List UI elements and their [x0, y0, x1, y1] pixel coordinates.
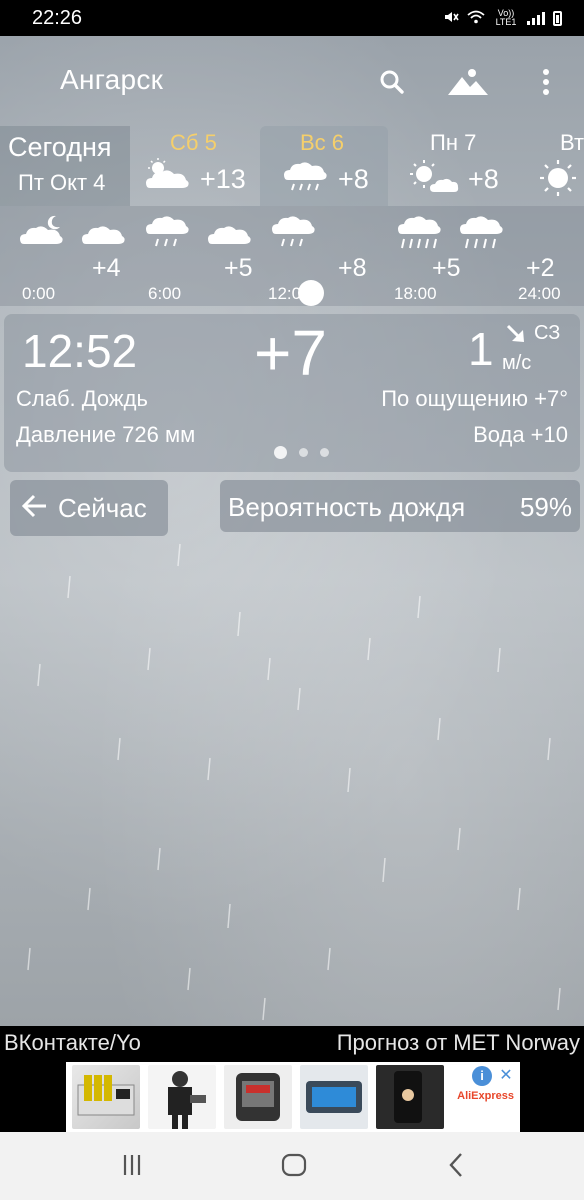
today-date: Пт Окт 4: [18, 170, 106, 195]
tab-day-sun[interactable]: Вс 6 +8: [260, 126, 388, 206]
search-icon[interactable]: [372, 62, 412, 102]
tab-day-mon[interactable]: Пн 7 +8: [390, 126, 514, 206]
system-nav-bar: [0, 1132, 584, 1200]
hour-label: 0:00: [22, 284, 56, 303]
ad-product-image[interactable]: [376, 1065, 444, 1129]
rain-cloud-icon: [144, 212, 190, 259]
hour-label: 18:00: [394, 284, 437, 303]
home-icon: [280, 1152, 308, 1183]
day-temp: +8: [468, 164, 499, 194]
ad-product-image[interactable]: [148, 1065, 216, 1129]
ad-product-image[interactable]: [224, 1065, 292, 1129]
day-name: Вс 6: [300, 130, 345, 155]
status-time: 22:26: [32, 6, 83, 29]
tab-day-sat[interactable]: Сб 5 +13: [134, 126, 258, 206]
recent-apps-icon: [120, 1153, 144, 1182]
rain-cloud-icon: [270, 212, 316, 259]
credit-vk-link[interactable]: ВКонтакте/Yo: [4, 1030, 141, 1056]
aliexpress-logo: AliExpress: [457, 1090, 514, 1102]
heavy-rain-cloud-icon: [458, 212, 504, 259]
current-conditions-card[interactable]: 12:52 +7 1 СЗ м/с Слаб. Дождь По ощущени…: [4, 314, 580, 472]
weather-app-screen: 22:26 Vo)) LTE1 Ангарск Сегодня Пт Окт 4…: [0, 0, 584, 1200]
hour-temp: +5: [432, 254, 461, 282]
battery-icon: [553, 10, 562, 26]
top-app-bar: Ангарск: [0, 36, 584, 126]
back-button[interactable]: [436, 1150, 476, 1184]
page-dot: [320, 448, 329, 457]
ad-info-icon[interactable]: i: [472, 1066, 492, 1086]
rain-probability-label: Вероятность дождя: [228, 492, 466, 522]
current-condition: Слаб. Дождь: [16, 386, 148, 411]
tab-day-tue[interactable]: Вт: [516, 126, 584, 206]
wind-speed: 1: [468, 323, 494, 375]
hourly-forecast[interactable]: +4 +5 +8 +5 +2 0:00 6:00 12:00 18:00 24:…: [0, 206, 584, 306]
credit-forecast-source[interactable]: Прогноз от MET Norway: [337, 1030, 580, 1056]
ad-strip: AliExpress i ✕: [0, 1060, 584, 1132]
day-tabs: Сегодня Пт Окт 4 Сб 5 +13 Вс 6 +8 Пн 7 +…: [0, 126, 584, 206]
hour-temp: +5: [224, 254, 253, 282]
ad-product-image[interactable]: [300, 1065, 368, 1129]
page-dot: [299, 448, 308, 457]
rain-probability-value: 59%: [519, 492, 572, 522]
arrow-left-icon: [18, 492, 50, 525]
status-icons: Vo)) LTE1: [443, 9, 562, 28]
network-label: Vo)) LTE1: [495, 8, 517, 27]
hour-label: 24:00: [518, 284, 561, 303]
today-title: Сегодня: [8, 132, 112, 162]
ad-banner[interactable]: AliExpress i ✕: [66, 1062, 520, 1132]
wind-direction-icon: [504, 322, 528, 351]
current-time: 12:52: [22, 325, 138, 377]
hour-temp: +2: [526, 254, 555, 282]
home-button[interactable]: [274, 1150, 314, 1184]
feels-like: По ощущению +7°: [381, 386, 568, 411]
rain-probability[interactable]: Вероятность дождя 59%: [220, 480, 580, 532]
day-name: Пн 7: [430, 130, 477, 155]
credits-bar: ВКонтакте/Yo Прогноз от MET Norway: [0, 1026, 584, 1060]
tab-today[interactable]: Сегодня Пт Окт 4: [0, 126, 130, 206]
landscape-icon[interactable]: [444, 62, 492, 102]
day-temp: +8: [338, 164, 369, 194]
time-slider-handle[interactable]: [298, 280, 324, 306]
wind-direction: СЗ: [534, 322, 561, 344]
page-dot: [274, 446, 287, 459]
water-temperature: Вода +10: [473, 422, 568, 447]
sun-cloud-icon: [408, 158, 460, 201]
wifi-icon: [467, 10, 485, 27]
signal-icon: [527, 11, 545, 25]
day-temp: +13: [200, 164, 246, 194]
rain-cloud-icon: [282, 158, 328, 203]
mute-icon: [443, 9, 459, 28]
now-label: Сейчас: [58, 492, 147, 523]
status-bar: 22:26 Vo)) LTE1: [0, 0, 584, 36]
now-button[interactable]: Сейчас: [10, 480, 168, 536]
ad-close-icon[interactable]: ✕: [496, 1066, 516, 1086]
night-cloud-icon: [18, 212, 66, 251]
heavy-rain-cloud-icon: [396, 212, 442, 259]
hour-label: 6:00: [148, 284, 182, 303]
recent-apps-button[interactable]: [112, 1150, 152, 1184]
day-name: Сб 5: [170, 130, 217, 155]
back-icon: [447, 1152, 465, 1183]
cloud-icon: [206, 212, 254, 251]
pressure: Давление 726 мм: [16, 422, 196, 447]
hour-temp: +8: [338, 254, 367, 282]
hour-temp: +4: [92, 254, 121, 282]
wind-unit: м/с: [502, 352, 532, 374]
day-name: Вт: [560, 130, 584, 155]
current-temperature: +7: [254, 317, 327, 389]
cloud-sun-icon: [144, 158, 192, 197]
cloud-icon: [80, 212, 128, 251]
city-name[interactable]: Ангарск: [60, 64, 163, 96]
ad-product-image[interactable]: [72, 1065, 140, 1129]
page-indicator: [274, 446, 329, 459]
more-vert-icon[interactable]: [526, 62, 566, 102]
sun-icon: [538, 158, 578, 203]
